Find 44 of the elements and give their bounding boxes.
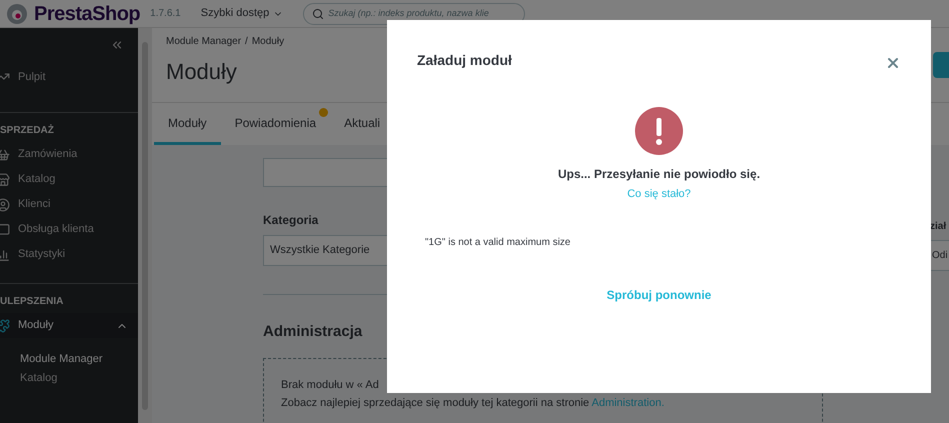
category-label: Kategoria (263, 212, 318, 229)
sidebar-item[interactable]: Katalog (0, 167, 138, 192)
section-title: SPRZEDAŻ (0, 123, 55, 138)
empty-message: Brak modułu w « Ad (281, 378, 380, 392)
search-input[interactable]: Szukaj (np.: indeks produktu, nazwa klie (328, 6, 516, 20)
chat-icon (0, 222, 10, 236)
puzzle-icon (0, 318, 10, 332)
breadcrumb-current: Moduły (252, 35, 284, 49)
filter-select[interactable]: Odi (930, 240, 949, 271)
sidebar-item[interactable]: Obsługa klienta (0, 217, 138, 242)
search-field[interactable]: Szukaj (np.: indeks produktu, nazwa klie (303, 2, 526, 24)
retry-button[interactable]: Spróbuj ponownie (606, 286, 712, 304)
brand-name: PrestaShop (34, 2, 140, 26)
basket-icon (0, 148, 10, 162)
submenu-item[interactable]: Module Manager (0, 350, 138, 369)
submenu-item[interactable]: Katalog (0, 369, 138, 388)
page-title: Moduły (166, 58, 237, 86)
section-title: ULEPSZENIA (0, 295, 64, 309)
sidebar-item[interactable]: Zamówienia (0, 142, 138, 167)
help-link[interactable]: Co się stało? (627, 186, 691, 202)
tab[interactable]: Moduły (154, 103, 221, 145)
breadcrumb-separator: / (245, 35, 248, 49)
scrollbar[interactable] (138, 28, 152, 423)
modal-title: Załaduj moduł (417, 51, 512, 70)
quick-access-button[interactable]: Szybki dostęp (200, 5, 284, 22)
person-icon (0, 198, 10, 212)
tab[interactable]: Powiadomienia (220, 103, 330, 145)
tab[interactable]: Aktuali (330, 103, 394, 145)
error-detail: "1G" is not a valid maximum size (425, 236, 572, 250)
chart-icon (0, 248, 10, 262)
logo-icon (6, 2, 28, 24)
store-icon (0, 172, 10, 186)
search-icon (312, 8, 324, 20)
administration-link[interactable]: Administration. (592, 396, 664, 408)
breadcrumb-link[interactable]: Module Manager (166, 34, 242, 49)
version-label: 1.7.6.1 (150, 7, 181, 21)
sidebar-item[interactable]: Pulpit (0, 62, 138, 92)
sidebar-item[interactable]: Klienci (0, 192, 138, 217)
sidebar-item[interactable]: Statystyki (0, 242, 138, 267)
section-title: Administracja (263, 322, 364, 342)
filter-label: ział (930, 220, 946, 234)
error-message: Ups... Przesyłanie nie powiodło się. (558, 166, 760, 183)
error-icon (635, 107, 683, 155)
empty-message: Zobacz najlepiej sprzedające się moduły tej kategorii na stronie Administration. (281, 396, 664, 410)
